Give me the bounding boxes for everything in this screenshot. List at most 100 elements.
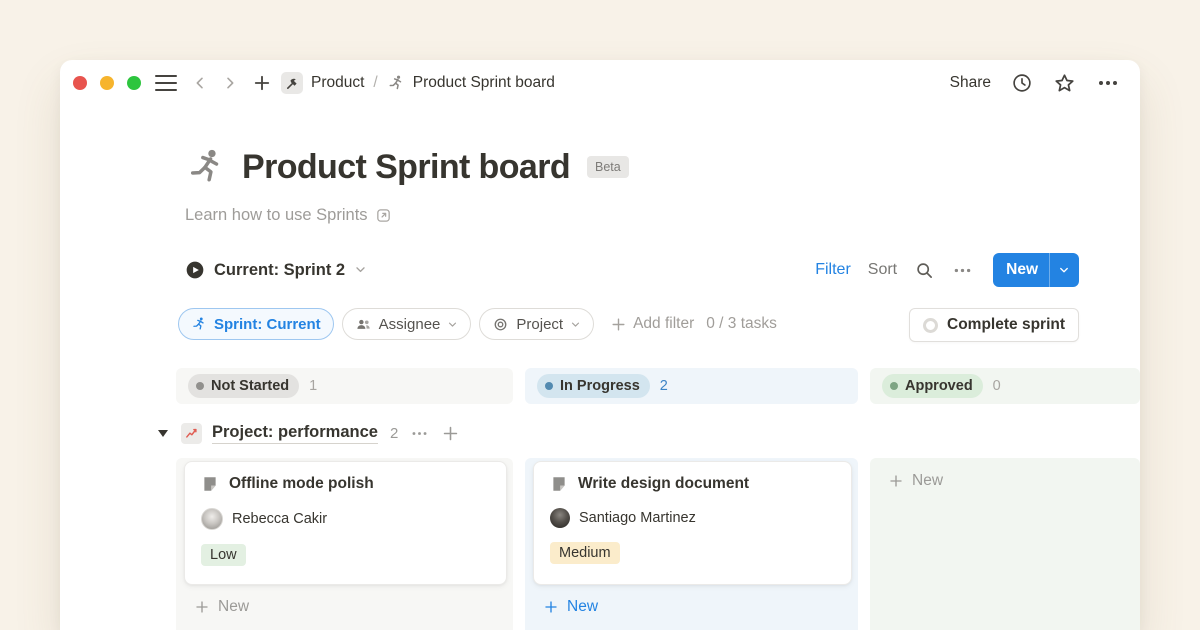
column-header-not-started: Not Started 1 [176,368,513,404]
breadcrumb-page[interactable]: Product Sprint board [413,74,555,92]
breadcrumb: Product / Product Sprint board [281,60,555,106]
assignee-name: Rebecca Cakir [232,511,327,527]
column-approved: New [870,458,1140,630]
add-filter-button[interactable]: Add filter [610,315,694,333]
page-icon-runner[interactable] [185,146,227,188]
help-link[interactable]: Learn how to use Sprints [185,206,368,225]
sidebar-toggle-icon[interactable] [155,75,177,91]
add-card-in-progress[interactable]: New [543,598,598,616]
share-button[interactable]: Share [950,74,991,92]
status-pill-in-progress[interactable]: In Progress [537,374,650,398]
target-icon [492,316,509,333]
more-options-icon[interactable] [1096,71,1120,95]
close-window-button[interactable] [73,76,87,90]
people-icon [355,316,372,333]
view-label: Current: Sprint 2 [214,261,345,280]
collapse-triangle-icon[interactable] [158,430,168,437]
view-actions: Filter Sort New [815,253,1079,287]
status-dot-gray [196,382,204,390]
external-link-icon [375,206,392,225]
add-filter-label: Add filter [633,315,694,333]
add-card-not-started[interactable]: New [194,598,249,616]
breadcrumb-team[interactable]: Product [311,74,364,92]
priority-badge-low: Low [201,544,246,566]
status-dot-blue [545,382,553,390]
task-card-write-design-document[interactable]: Write design document Santiago Martinez … [533,461,852,585]
filter-bar: Sprint: Current Assignee Project Add fil… [178,308,777,340]
avatar-rebecca [201,508,223,530]
project-filter-label: Project [516,316,563,333]
status-label: Approved [905,378,973,394]
column-count: 1 [309,378,317,394]
chevron-down-icon [570,319,581,330]
topbar-actions: Share [950,60,1120,106]
sprint-filter-label: Sprint: Current [214,316,321,333]
page-title: Product Sprint board [242,148,570,187]
view-chevron-down-icon [354,261,367,279]
app-window: Product / Product Sprint board Share [60,60,1140,630]
plus-icon [543,599,559,615]
group-more-icon[interactable] [410,424,429,443]
assignee-name: Santiago Martinez [579,510,696,526]
status-pill-approved[interactable]: Approved [882,374,983,398]
minimize-window-button[interactable] [100,76,114,90]
group-count: 2 [390,425,398,442]
add-card-label: New [218,598,249,616]
new-page-icon[interactable] [252,73,272,93]
runner-icon [387,74,405,92]
view-switcher[interactable]: Current: Sprint 2 [185,252,367,288]
forward-icon[interactable] [222,75,238,91]
add-card-label: New [912,472,943,490]
board-group-header: Project: performance 2 [158,419,460,447]
sprint-progress-ring-icon [923,318,938,333]
search-icon[interactable] [914,260,935,281]
task-card-offline-mode-polish[interactable]: Offline mode polish Rebecca Cakir Low [184,461,507,585]
fullscreen-window-button[interactable] [127,76,141,90]
avatar-santiago [550,508,570,528]
new-task-button[interactable]: New [993,253,1079,287]
complete-sprint-button[interactable]: Complete sprint [909,308,1079,342]
view-more-icon[interactable] [952,260,973,281]
assignee-filter-chip[interactable]: Assignee [342,308,472,340]
plus-icon [194,599,210,615]
column-not-started: Offline mode polish Rebecca Cakir Low Ne… [176,458,513,630]
plus-icon [610,316,627,333]
beta-badge: Beta [587,156,629,178]
new-task-label: New [993,261,1049,279]
filter-button[interactable]: Filter [815,261,851,279]
status-pill-not-started[interactable]: Not Started [188,374,299,398]
column-count: 2 [660,378,668,394]
page-doc-icon [550,475,568,493]
group-title[interactable]: Project: performance [212,423,378,444]
teamspace-hammer-icon[interactable] [281,72,303,94]
card-title: Offline mode polish [229,475,374,493]
column-count: 0 [993,378,1001,394]
chevron-down-icon [447,319,458,330]
new-task-chevron-icon[interactable] [1049,253,1079,287]
sort-button[interactable]: Sort [868,261,897,279]
favorite-star-icon[interactable] [1053,72,1076,95]
page-header: Product Sprint board Beta [185,146,629,188]
column-header-approved: Approved 0 [870,368,1140,404]
sprint-filter-chip[interactable]: Sprint: Current [178,308,334,340]
card-title: Write design document [578,475,749,493]
status-label: Not Started [211,378,289,394]
assignee-filter-label: Assignee [379,316,441,333]
priority-badge-medium: Medium [550,542,620,564]
complete-sprint-label: Complete sprint [947,316,1065,334]
group-add-icon[interactable] [441,424,460,443]
breadcrumb-separator: / [373,74,377,92]
page-doc-icon [201,475,219,493]
status-label: In Progress [560,378,640,394]
updates-clock-icon[interactable] [1011,72,1033,94]
status-dot-green [890,382,898,390]
add-card-label: New [567,598,598,616]
add-card-approved[interactable]: New [888,472,943,490]
sprint-play-icon [185,260,205,280]
task-progress-label: 0 / 3 tasks [706,315,777,333]
back-icon[interactable] [192,75,208,91]
project-filter-chip[interactable]: Project [479,308,594,340]
window-nav [155,60,286,106]
plus-icon [888,473,904,489]
chart-increasing-icon [181,423,202,444]
